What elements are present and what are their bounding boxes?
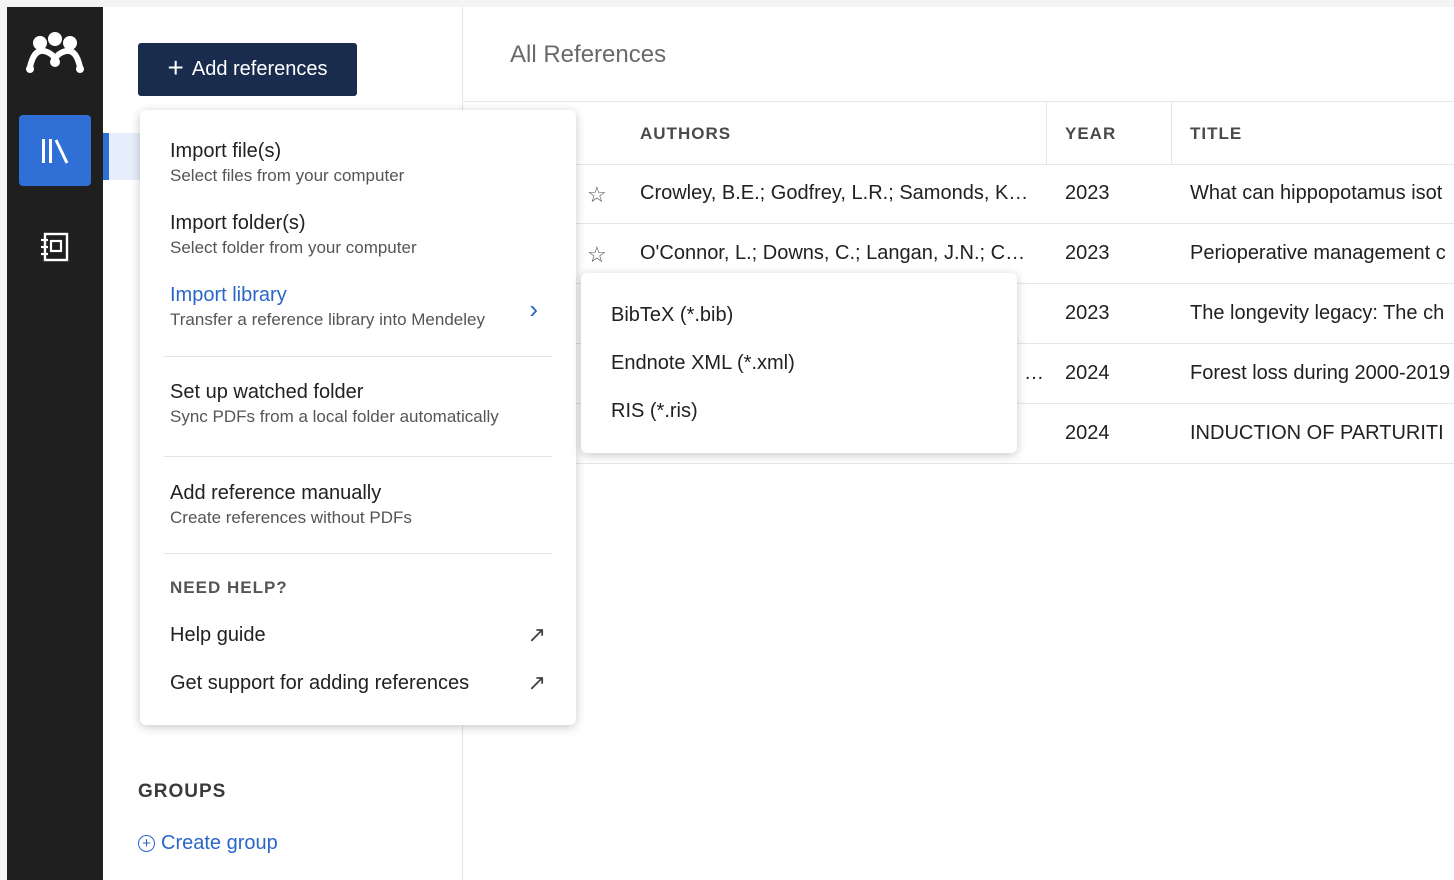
import-files-item[interactable]: Import file(s) Select files from your co… [170,140,552,186]
column-divider[interactable] [1171,102,1172,164]
add-references-button[interactable]: + Add references [138,43,357,96]
row-title: INDUCTION OF PARTURITI [1190,422,1444,444]
menu-item-subtitle: Transfer a reference library into Mendel… [170,310,485,329]
groups-heading: GROUPS [138,781,227,802]
star-icon[interactable]: ☆ [587,242,607,268]
help-guide-label: Help guide [170,624,266,646]
row-title: What can hippopotamus isot [1190,182,1443,204]
row-year: 2023 [1065,242,1110,264]
add-circle-icon: + [138,835,155,852]
column-header-year[interactable]: YEAR [1065,124,1116,144]
menu-item-title: Import file(s) [170,140,282,162]
library-nav-button[interactable] [19,115,91,186]
page-title: All References [510,41,667,68]
table-header: AUTHORS YEAR TITLE [462,101,1454,165]
row-authors: … [1024,362,1044,384]
chevron-right-icon: › [529,294,538,324]
row-authors: Crowley, B.E.; Godfrey, L.R.; Samonds, K… [640,182,1029,204]
endnote-xml-option[interactable]: Endnote XML (*.xml) [611,352,795,375]
external-link-icon: ↗ [527,622,546,647]
menu-item-subtitle: Select folder from your computer [170,238,417,257]
import-library-submenu: BibTeX (*.bib) Endnote XML (*.xml) RIS (… [581,273,1017,453]
add-references-menu: Import file(s) Select files from your co… [140,110,576,725]
menu-item-subtitle: Select files from your computer [170,166,405,185]
menu-item-title: Import library [170,284,287,306]
watched-folder-item[interactable]: Set up watched folder Sync PDFs from a l… [170,381,552,427]
table-row[interactable]: ☆ Crowley, B.E.; Godfrey, L.R.; Samonds,… [462,164,1454,224]
row-year: 2024 [1065,362,1110,384]
need-help-heading: NEED HELP? [170,578,288,597]
notebook-nav-button[interactable] [19,212,91,282]
menu-divider [164,553,552,554]
column-header-authors[interactable]: AUTHORS [640,124,731,144]
row-year: 2023 [1065,182,1110,204]
row-year: 2023 [1065,302,1110,324]
row-year: 2024 [1065,422,1110,444]
create-group-link[interactable]: + Create group [138,832,278,855]
help-guide-link[interactable]: Help guide ↗ [170,622,546,647]
menu-item-title: Import folder(s) [170,212,306,234]
get-support-label: Get support for adding references [170,672,470,694]
menu-item-title: Set up watched folder [170,381,364,403]
row-title: The longevity legacy: The ch [1190,302,1445,324]
bibtex-option[interactable]: BibTeX (*.bib) [611,304,733,327]
star-icon[interactable]: ☆ [587,182,607,208]
column-divider[interactable] [1046,102,1047,164]
add-references-label: Add references [191,58,328,80]
column-header-title[interactable]: TITLE [1190,124,1242,144]
menu-item-title: Add reference manually [170,482,382,504]
left-rail [7,7,103,880]
menu-divider [164,356,552,357]
selected-nav-marker [103,133,109,180]
row-title: Perioperative management c [1190,242,1446,264]
library-icon [42,138,69,164]
plus-icon: + [167,52,184,83]
get-support-link[interactable]: Get support for adding references ↗ [170,670,546,695]
external-link-icon: ↗ [527,670,546,695]
notebook-icon [41,232,69,262]
menu-item-subtitle: Sync PDFs from a local folder automatica… [170,407,499,426]
selected-nav-highlight [103,133,143,180]
mendeley-logo-icon[interactable] [24,29,86,79]
row-title: Forest loss during 2000-2019 [1190,362,1451,384]
import-folders-item[interactable]: Import folder(s) Select folder from your… [170,212,552,258]
create-group-label: Create group [161,832,278,854]
ris-option[interactable]: RIS (*.ris) [611,400,698,423]
menu-item-subtitle: Create references without PDFs [170,508,412,527]
menu-divider [164,456,552,457]
add-manually-item[interactable]: Add reference manually Create references… [170,482,552,528]
import-library-item[interactable]: Import library Transfer a reference libr… [170,284,552,330]
row-authors: O'Connor, L.; Downs, C.; Langan, J.N.; C… [640,242,1026,264]
